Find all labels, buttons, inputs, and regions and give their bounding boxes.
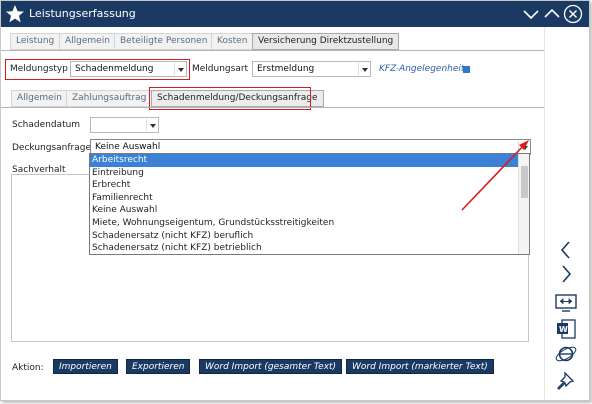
pin-icon[interactable]: [554, 370, 578, 392]
title-bar: Leistungserfassung: [1, 1, 589, 27]
list-item[interactable]: Miete, Wohnungseigentum, Grundstücksstre…: [90, 217, 529, 230]
list-item[interactable]: Schadenersatz (nicht KFZ) beruflich: [90, 230, 529, 243]
star-icon: [6, 5, 24, 23]
divider: [1, 50, 544, 51]
meldungstyp-select[interactable]: Schadenmeldung: [70, 61, 187, 77]
tab-leistung[interactable]: Leistung: [10, 33, 61, 50]
internet-explorer-icon[interactable]: [554, 343, 578, 365]
meldungsart-select[interactable]: Erstmeldung: [252, 61, 371, 77]
meldungsart-label: Meldungsart: [192, 64, 249, 74]
word-import-markiert-button[interactable]: Word Import (markierter Text): [346, 359, 494, 374]
chevron-down-icon[interactable]: [358, 63, 369, 75]
meldungsart-value: Erstmeldung: [257, 64, 315, 74]
subtab-zahlungsauftrag[interactable]: Zahlungsauftrag: [66, 90, 153, 107]
right-sidebar: W: [544, 27, 589, 400]
window-title: Leistungserfassung: [29, 7, 136, 20]
tab-kosten[interactable]: Kosten: [211, 33, 254, 50]
importieren-button[interactable]: Importieren: [53, 359, 118, 374]
annotation-arrow: [461, 140, 529, 211]
divider: [1, 107, 544, 108]
subtab-allgemein[interactable]: Allgemein: [11, 90, 68, 107]
schadendatum-label: Schadendatum: [12, 120, 81, 130]
split-screen-icon[interactable]: [554, 292, 578, 314]
kfz-checkbox[interactable]: [463, 66, 470, 73]
chevron-left-icon[interactable]: [554, 239, 578, 261]
word-import-gesamt-button[interactable]: Word Import (gesamter Text): [199, 359, 343, 374]
chevron-down-icon[interactable]: [521, 4, 541, 24]
chevron-up-icon[interactable]: [542, 4, 562, 24]
deckungsanfrage-value: Keine Auswahl: [95, 142, 161, 152]
meldungstyp-label: Meldungstyp: [10, 64, 68, 74]
aktion-label: Aktion:: [12, 363, 44, 373]
tab-versicherung-direktzustellung[interactable]: Versicherung Direktzustellung: [252, 33, 400, 50]
kfz-angelegenheit-link[interactable]: KFZ-Angelegenheit: [379, 64, 464, 74]
chevron-down-icon[interactable]: [146, 119, 157, 131]
chevron-down-icon[interactable]: [174, 63, 185, 75]
svg-text:W: W: [559, 325, 568, 334]
word-icon[interactable]: W: [554, 318, 578, 340]
tab-allgemein[interactable]: Allgemein: [59, 33, 116, 50]
tab-beteiligte-personen[interactable]: Beteiligte Personen: [114, 33, 214, 50]
list-item[interactable]: Schadenersatz (nicht KFZ) betrieblich: [90, 242, 529, 254]
schadendatum-field[interactable]: [90, 117, 159, 133]
deckungsanfrage-label: Deckungsanfrage: [12, 143, 92, 153]
chevron-right-icon[interactable]: [554, 263, 578, 285]
meldungstyp-value: Schadenmeldung: [75, 64, 154, 74]
exportieren-button[interactable]: Exportieren: [126, 359, 191, 374]
close-icon[interactable]: [563, 4, 583, 24]
